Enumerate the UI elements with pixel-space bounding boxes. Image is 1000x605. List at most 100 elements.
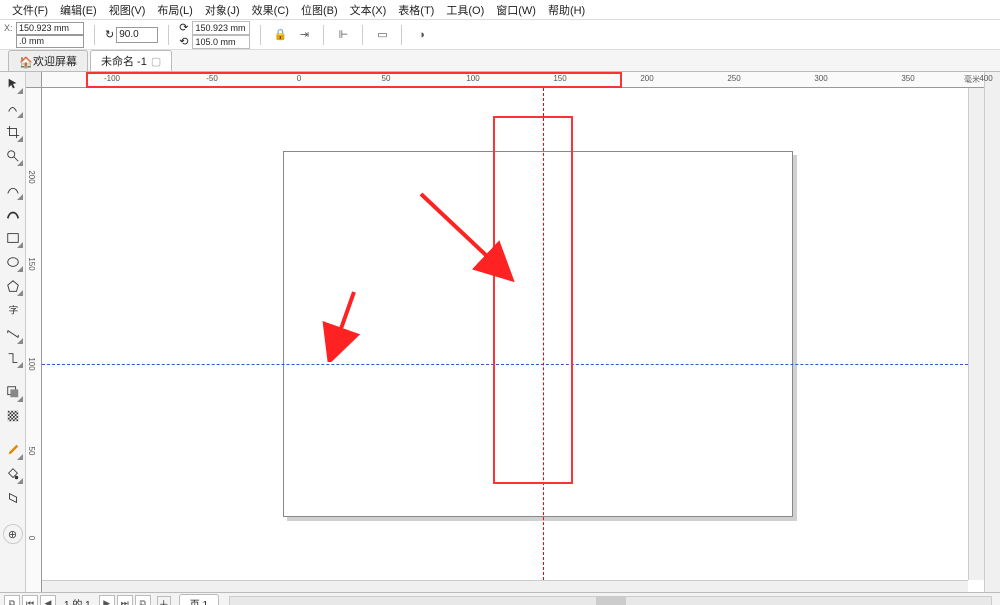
- v-tick: 100: [27, 357, 36, 370]
- menu-help[interactable]: 帮助(H): [542, 0, 591, 20]
- menu-effects[interactable]: 效果(C): [246, 0, 295, 20]
- h-tick: -50: [206, 74, 218, 83]
- h-tick: 250: [727, 74, 740, 83]
- h-tick: 350: [901, 74, 914, 83]
- x-input[interactable]: [16, 22, 84, 35]
- menu-edit[interactable]: 编辑(E): [54, 0, 103, 20]
- annotation-arrow-2: [322, 288, 364, 362]
- menu-table[interactable]: 表格(T): [392, 0, 440, 20]
- pick-tool[interactable]: [3, 74, 23, 94]
- lock-icon[interactable]: 🔒: [271, 26, 289, 44]
- quick-customize[interactable]: ⊕: [3, 524, 23, 544]
- vertical-ruler[interactable]: 200 150 100 50 0: [26, 88, 42, 592]
- h-tick: 400: [979, 74, 992, 83]
- rectangle-tool[interactable]: [3, 228, 23, 248]
- text-tool[interactable]: 字: [3, 300, 23, 320]
- smart-fill-tool[interactable]: [3, 488, 23, 508]
- tab-close-icon[interactable]: ▢: [151, 55, 161, 68]
- ruler-origin[interactable]: [26, 72, 42, 88]
- h-tick: 300: [814, 74, 827, 83]
- property-bar: X: ↻ ⟳ 150.923 mm ⟲ 105.0 mm 🔒 ⇥ ⊩ ▭ ◑: [0, 20, 1000, 50]
- h-tick: 50: [382, 74, 391, 83]
- transparency-tool[interactable]: [3, 406, 23, 426]
- right-dock[interactable]: [984, 72, 1000, 592]
- page-size-group: ⟳ 150.923 mm ⟲ 105.0 mm: [179, 21, 250, 49]
- freehand-tool[interactable]: [3, 180, 23, 200]
- connector-tool[interactable]: [3, 348, 23, 368]
- menu-layout[interactable]: 布局(L): [151, 0, 198, 20]
- tab-document-label: 未命名 -1: [101, 53, 147, 69]
- annotation-arrow-1: [416, 189, 516, 282]
- rotation-input[interactable]: [116, 27, 158, 43]
- h-tick: 0: [297, 74, 301, 83]
- width-icon: ⟳: [179, 22, 188, 34]
- menu-object[interactable]: 对象(J): [199, 0, 246, 20]
- viewport[interactable]: [42, 88, 968, 580]
- v-tick: 150: [27, 257, 36, 270]
- separator: [94, 25, 95, 45]
- rotation-group: ↻: [105, 27, 158, 43]
- tab-document[interactable]: 未命名 -1 ▢: [90, 50, 172, 71]
- horizontal-scrollbar[interactable]: [42, 580, 968, 592]
- horizontal-ruler[interactable]: 毫米 -100-50050100150200250300350400: [42, 72, 984, 88]
- next-page-icon[interactable]: ▶: [99, 595, 115, 605]
- canvas-area: 毫米 -100-50050100150200250300350400 20015…: [26, 72, 984, 592]
- separator: [362, 25, 363, 45]
- height-icon: ⟲: [179, 36, 188, 48]
- ruler-unit: 毫米: [964, 74, 980, 85]
- page-width[interactable]: 150.923 mm: [192, 21, 250, 35]
- y-input[interactable]: [16, 35, 84, 48]
- page-height[interactable]: 105.0 mm: [192, 35, 250, 49]
- document-tabs: 🏠 欢迎屏幕 未命名 -1 ▢: [0, 50, 1000, 72]
- menu-view[interactable]: 视图(V): [103, 0, 152, 20]
- h-tick: -100: [104, 74, 120, 83]
- v-tick: 50: [27, 447, 36, 456]
- dropshadow-tool[interactable]: [3, 382, 23, 402]
- ellipse-tool[interactable]: [3, 252, 23, 272]
- tab-welcome-label: 欢迎屏幕: [33, 53, 77, 69]
- svg-text:字: 字: [8, 305, 18, 317]
- polygon-tool[interactable]: [3, 276, 23, 296]
- add-page-before-icon[interactable]: ⧉: [4, 595, 20, 605]
- shape-tool[interactable]: [3, 98, 23, 118]
- h-tick: 100: [466, 74, 479, 83]
- page-tab-1[interactable]: 页 1: [179, 594, 219, 605]
- position-xy: X:: [4, 22, 84, 48]
- last-page-icon[interactable]: ⏭: [117, 595, 133, 605]
- bounding-icon[interactable]: ▭: [373, 26, 391, 44]
- v-tick: 200: [27, 170, 36, 183]
- toolbox: 字 ⊕: [0, 72, 26, 592]
- h-tick: 150: [553, 74, 566, 83]
- vertical-scrollbar[interactable]: [968, 88, 984, 580]
- align-icon[interactable]: ⊩: [334, 26, 352, 44]
- x-label: X:: [4, 22, 14, 34]
- eyedropper-tool[interactable]: [3, 440, 23, 460]
- page-scroll[interactable]: [229, 596, 992, 605]
- zoom-tool[interactable]: [3, 146, 23, 166]
- menu-window[interactable]: 窗口(W): [490, 0, 542, 20]
- snap-icon[interactable]: ⇥: [295, 26, 313, 44]
- menu-bar: 文件(F) 编辑(E) 视图(V) 布局(L) 对象(J) 效果(C) 位图(B…: [0, 0, 1000, 20]
- menu-text[interactable]: 文本(X): [344, 0, 393, 20]
- page-position: 1 的 1: [58, 596, 97, 605]
- menu-tools[interactable]: 工具(O): [440, 0, 490, 20]
- menu-file[interactable]: 文件(F): [6, 0, 54, 20]
- separator: [260, 25, 261, 45]
- add-page-button[interactable]: ＋: [157, 596, 171, 605]
- separator: [401, 25, 402, 45]
- rotate-icon: ↻: [105, 28, 114, 41]
- add-page-after-icon[interactable]: ⧉: [135, 595, 151, 605]
- tab-welcome[interactable]: 🏠 欢迎屏幕: [8, 50, 88, 71]
- presentation-icon[interactable]: ◑: [412, 26, 430, 44]
- parallel-dim-tool[interactable]: [3, 324, 23, 344]
- menu-bitmap[interactable]: 位图(B): [295, 0, 344, 20]
- separator: [168, 25, 169, 45]
- scroll-thumb[interactable]: [596, 597, 626, 605]
- first-page-icon[interactable]: ⏮: [22, 595, 38, 605]
- interactive-fill-tool[interactable]: [3, 464, 23, 484]
- crop-tool[interactable]: [3, 122, 23, 142]
- artistic-media-tool[interactable]: [3, 204, 23, 224]
- v-tick: 0: [27, 536, 36, 540]
- home-icon: 🏠: [19, 56, 29, 66]
- prev-page-icon[interactable]: ◀: [40, 595, 56, 605]
